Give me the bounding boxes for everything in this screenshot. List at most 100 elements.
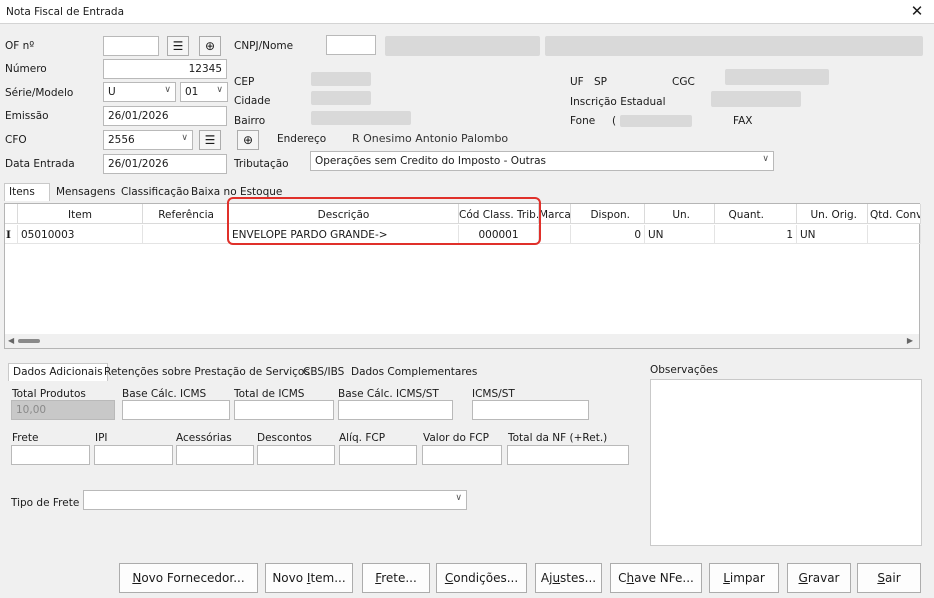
tipo-frete-select[interactable]: ∨ <box>83 490 467 510</box>
chave-nfe-button[interactable]: Chave NFe... <box>610 563 702 593</box>
icms-st-label: ICMS/ST <box>472 388 515 400</box>
btn-label-rest: impar <box>729 571 765 585</box>
base-icms-input[interactable] <box>122 400 230 420</box>
numero-input[interactable]: 12345 <box>103 59 227 79</box>
acessorias-input[interactable] <box>176 445 254 465</box>
cidade-redacted <box>311 91 371 105</box>
cell-item[interactable]: 05010003 <box>18 225 143 244</box>
icms-st-input[interactable] <box>472 400 589 420</box>
tab-mensagens[interactable]: Mensagens <box>52 184 119 202</box>
col-item[interactable]: Item <box>18 204 143 224</box>
total-icms-label: Total de ICMS <box>234 388 305 400</box>
tab-dados-adicionais[interactable]: Dados Adicionais <box>8 363 108 381</box>
col-un-orig[interactable]: Un. Orig. <box>797 204 868 224</box>
chevron-down-icon: ∨ <box>164 85 171 95</box>
btn-label-rest: ondições... <box>453 571 519 585</box>
scroll-left-icon[interactable]: ◀ <box>8 336 14 345</box>
tab-cbs-ibs[interactable]: CBS/IBS <box>299 364 348 382</box>
btn-label-u: C <box>444 571 454 585</box>
novo-item-button[interactable]: Novo Item... <box>265 563 353 593</box>
fone-value: ( <box>612 115 617 127</box>
chevron-down-icon: ∨ <box>181 133 188 143</box>
limpar-button[interactable]: Limpar <box>709 563 779 593</box>
aliq-fcp-input[interactable] <box>339 445 417 465</box>
uf-label: UF <box>570 76 584 88</box>
cell-referencia[interactable] <box>143 225 229 244</box>
col-referencia[interactable]: Referência <box>143 204 229 224</box>
cnpj-label: CNPJ/Nome <box>234 40 294 52</box>
data-entrada-input[interactable]: 26/01/2026 <box>103 154 227 174</box>
cell-quant[interactable]: 1 <box>715 225 797 244</box>
cfo-list-icon[interactable]: ☰ <box>199 130 221 150</box>
condicoes-button[interactable]: Condições... <box>436 563 527 593</box>
ajustes-button[interactable]: Ajustes... <box>535 563 602 593</box>
serie-select[interactable]: U ∨ <box>103 82 176 102</box>
cell-un-orig[interactable]: UN <box>797 225 868 244</box>
tab-dados-complementares[interactable]: Dados Complementares <box>347 364 481 382</box>
base-icms-label: Base Cálc. ICMS <box>122 388 207 400</box>
aliq-fcp-label: Alíq. FCP <box>339 432 386 444</box>
total-nf-input[interactable] <box>507 445 629 465</box>
gravar-button[interactable]: Gravar <box>787 563 851 593</box>
tributacao-label: Tributação <box>234 158 289 170</box>
frete-button[interactable]: Frete... <box>362 563 430 593</box>
descontos-label: Descontos <box>257 432 312 444</box>
total-nf-label: Total da NF (+Ret.) <box>508 432 608 444</box>
col-marca[interactable]: Marca <box>539 204 571 224</box>
close-icon[interactable]: ✕ <box>908 2 926 20</box>
emissao-label: Emissão <box>5 110 49 122</box>
tab-retencoes[interactable]: Retenções sobre Prestação de Serviços <box>100 364 314 382</box>
cfo-value: 2556 <box>108 134 135 146</box>
window-title: Nota Fiscal de Entrada <box>6 6 125 18</box>
cfo-select[interactable]: 2556 ∨ <box>103 130 193 150</box>
frete-input[interactable] <box>11 445 90 465</box>
cell-qtd-conv[interactable] <box>868 225 921 244</box>
cgc-label: CGC <box>672 76 695 88</box>
sair-button[interactable]: Sair <box>857 563 921 593</box>
search-of-icon[interactable]: ⊕ <box>199 36 221 56</box>
base-icms-st-input[interactable] <box>338 400 453 420</box>
cnpj-input[interactable] <box>326 35 376 55</box>
descontos-input[interactable] <box>257 445 335 465</box>
tab-classificacao[interactable]: Classificação <box>117 184 193 202</box>
of-label: OF nº <box>5 40 35 52</box>
valor-fcp-input[interactable] <box>422 445 502 465</box>
highlight-box <box>227 197 541 245</box>
btn-label-rest: rete... <box>381 571 417 585</box>
ie-label: Inscrição Estadual <box>570 96 666 108</box>
btn-label-u: N <box>132 571 142 585</box>
col-quant[interactable]: Quant. <box>715 204 797 224</box>
frete-label: Frete <box>12 432 39 444</box>
of-input[interactable] <box>103 36 159 56</box>
btn-label-rest: ravar <box>807 571 840 585</box>
tributacao-select[interactable]: Operações sem Credito do Imposto - Outra… <box>310 151 774 171</box>
total-icms-input[interactable] <box>234 400 334 420</box>
ipi-input[interactable] <box>94 445 173 465</box>
col-dispon[interactable]: Dispon. <box>571 204 645 224</box>
scroll-thumb[interactable] <box>18 339 40 343</box>
chevron-down-icon: ∨ <box>455 493 462 503</box>
col-un[interactable]: Un. <box>645 204 715 224</box>
data-entrada-label: Data Entrada <box>5 158 75 170</box>
search-address-icon[interactable]: ⊕ <box>237 130 259 150</box>
row-indicator-header <box>5 204 18 224</box>
novo-fornecedor-button[interactable]: Novo Fornecedor... <box>119 563 258 593</box>
emissao-input[interactable]: 26/01/2026 <box>103 106 227 126</box>
scroll-right-icon[interactable]: ▶ <box>907 336 913 345</box>
cep-redacted <box>311 72 371 86</box>
list-icon[interactable]: ☰ <box>167 36 189 56</box>
col-qtd-conv[interactable]: Qtd. Conv <box>868 204 921 224</box>
total-produtos-label: Total Produtos <box>12 388 86 400</box>
horizontal-scrollbar[interactable]: ◀ ▶ <box>5 334 919 348</box>
cell-un[interactable]: UN <box>645 225 715 244</box>
observacoes-textarea[interactable] <box>650 379 922 546</box>
cell-marca[interactable] <box>539 225 571 244</box>
fone-redacted <box>620 115 692 127</box>
modelo-value: 01 <box>185 86 199 98</box>
nome-redacted <box>545 36 923 56</box>
serie-label: Série/Modelo <box>5 87 74 99</box>
tab-itens[interactable]: Itens <box>4 183 50 201</box>
cell-dispon[interactable]: 0 <box>571 225 645 244</box>
valor-fcp-label: Valor do FCP <box>423 432 489 444</box>
modelo-select[interactable]: 01 ∨ <box>180 82 228 102</box>
